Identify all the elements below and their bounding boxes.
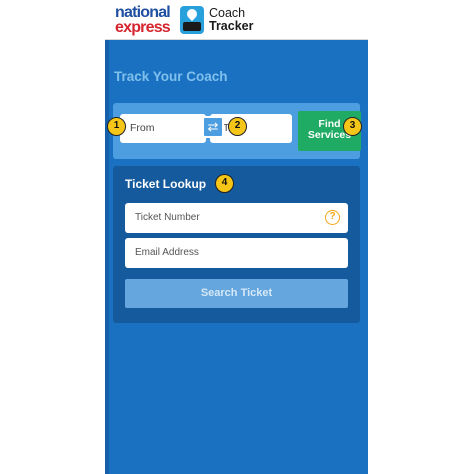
national-express-logo: national express <box>115 4 171 36</box>
swap-arrows-icon[interactable]: ⇄ <box>202 116 224 138</box>
ticket-lookup-panel: Ticket Lookup Ticket Number ? Email Addr… <box>113 166 360 323</box>
from-input[interactable]: From <box>120 114 206 143</box>
coach-tracker-title: Coach Tracker <box>209 7 253 33</box>
app-header: national express Coach Tracker <box>105 0 368 40</box>
ticket-lookup-heading: Ticket Lookup <box>125 177 207 191</box>
annotation-marker-1: 1 <box>107 117 126 136</box>
product-line-2: Tracker <box>209 19 254 33</box>
annotation-marker-3: 3 <box>343 117 362 136</box>
help-icon[interactable]: ? <box>325 210 340 225</box>
annotation-marker-4: 4 <box>215 174 234 193</box>
bus-icon <box>183 22 201 31</box>
app-screen: national express Coach Tracker Track You… <box>105 0 368 474</box>
ticket-number-placeholder: Ticket Number <box>135 212 200 223</box>
email-address-input[interactable]: Email Address <box>125 238 348 268</box>
brand-line-1: national <box>115 4 171 21</box>
coach-tracker-icon <box>180 6 204 34</box>
track-your-coach-heading: Track Your Coach <box>114 69 228 84</box>
location-pin-icon <box>184 6 200 22</box>
brand-line-2: express <box>115 19 171 36</box>
search-ticket-button[interactable]: Search Ticket <box>125 279 348 308</box>
ticket-number-input[interactable]: Ticket Number ? <box>125 203 348 233</box>
annotation-marker-2: 2 <box>228 117 247 136</box>
